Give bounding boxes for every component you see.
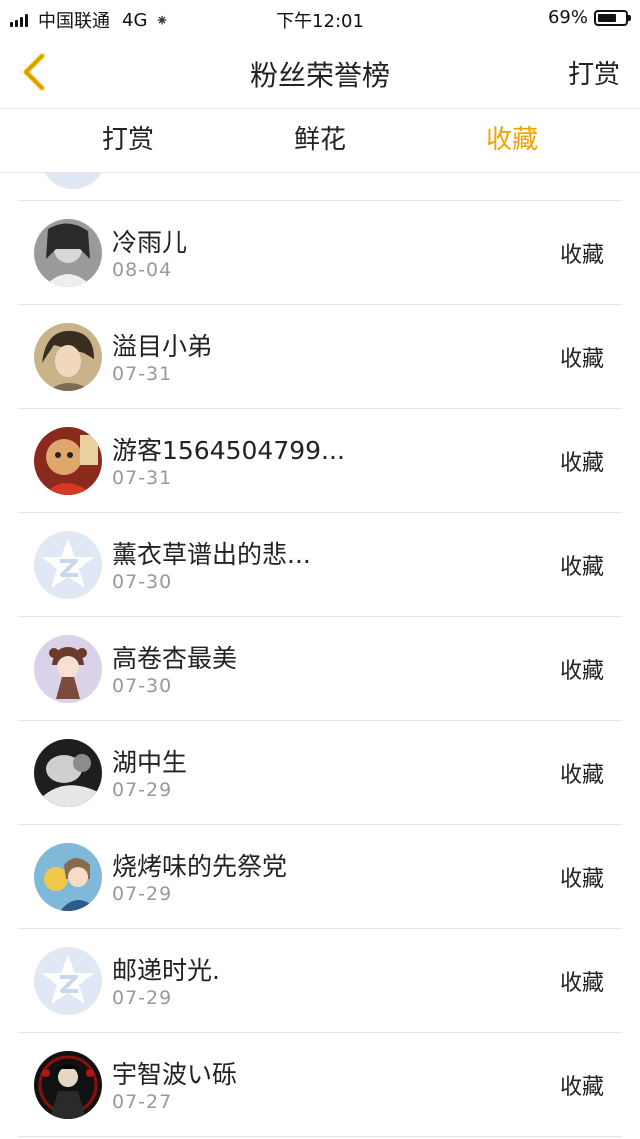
fan-date: 07-31	[112, 467, 173, 489]
fan-name: 冷雨儿	[112, 228, 188, 257]
default-avatar-icon	[34, 531, 102, 599]
list-item[interactable]: 邮递时光. 07-29 收藏	[18, 929, 622, 1033]
tab-reward[interactable]: 打赏	[0, 109, 256, 172]
status-right: 69%	[547, 7, 631, 28]
avatar	[34, 219, 102, 287]
tab-bar: 打赏 鲜花 收藏	[0, 109, 640, 173]
list-item[interactable]: 溢目小弟 07-31 收藏	[18, 305, 622, 409]
status-bar: 中国联通 4G ⁕ 下午12:01 69%	[0, 0, 640, 36]
tab-flowers[interactable]: 鲜花	[256, 109, 384, 172]
avatar	[34, 635, 102, 703]
fan-name: 游客1564504799...	[112, 436, 345, 465]
fan-action: 收藏	[559, 659, 604, 684]
list-item[interactable]: 烧烤味的先祭党 07-29 收藏	[18, 825, 622, 929]
avatar	[34, 323, 102, 391]
fan-name: 邮递时光.	[112, 956, 220, 985]
list-item[interactable]: 湖中生 07-29 收藏	[18, 721, 622, 825]
fan-action: 收藏	[559, 971, 604, 996]
fan-action: 收藏	[559, 555, 604, 580]
default-avatar-icon	[34, 947, 102, 1015]
list-item[interactable]: 高卷杏最美 07-30 收藏	[18, 617, 622, 721]
fan-name: 湖中生	[112, 748, 188, 777]
avatar	[34, 947, 102, 1015]
avatar	[40, 173, 106, 189]
fan-date: 07-30	[112, 675, 173, 697]
fan-action: 收藏	[559, 451, 604, 476]
tab-favorites[interactable]: 收藏	[384, 109, 640, 172]
fan-date: 07-31	[112, 363, 173, 385]
fan-action: 收藏	[559, 243, 604, 268]
list-item[interactable]: 冷雨儿 08-04 收藏	[18, 201, 622, 305]
fan-date: 07-29	[112, 987, 173, 1009]
fan-date: 08-04	[112, 259, 173, 281]
fan-name: 高卷杏最美	[112, 644, 238, 673]
list-item-partial	[18, 173, 622, 201]
fan-date: 07-30	[112, 571, 173, 593]
fan-list: 冷雨儿 08-04 收藏 溢目小弟 07-31 收藏 游客1564504799.…	[0, 173, 640, 1139]
fan-action: 收藏	[559, 1075, 604, 1100]
avatar	[34, 1051, 102, 1119]
nav-bar: 粉丝荣誉榜 打赏	[0, 36, 640, 109]
reward-button[interactable]: 打赏	[568, 54, 620, 91]
avatar	[34, 843, 102, 911]
clock: 下午12:01	[276, 11, 364, 32]
page-title: 粉丝荣誉榜	[249, 59, 390, 92]
fan-date: 07-29	[112, 779, 173, 801]
fan-action: 收藏	[559, 867, 604, 892]
fan-name: 宇智波い砾	[112, 1060, 238, 1089]
avatar	[34, 531, 102, 599]
avatar	[34, 427, 102, 495]
fan-action: 收藏	[559, 763, 604, 788]
fan-name: 溢目小弟	[112, 332, 213, 361]
battery-icon	[594, 9, 631, 26]
fan-action: 收藏	[559, 347, 604, 372]
list-item[interactable]: 薰衣草谱出的悲... 07-30 收藏	[18, 513, 622, 617]
fan-date: 07-29	[112, 883, 173, 905]
battery-percent: 69%	[547, 7, 588, 28]
fan-name: 烧烤味的先祭党	[112, 852, 288, 881]
fan-name: 薰衣草谱出的悲...	[112, 540, 311, 569]
avatar	[34, 739, 102, 807]
list-item[interactable]: 宇智波い砾 07-27 收藏	[18, 1033, 622, 1137]
list-item[interactable]: 游客1564504799... 07-31 收藏	[18, 409, 622, 513]
fan-date: 07-27	[112, 1091, 173, 1113]
